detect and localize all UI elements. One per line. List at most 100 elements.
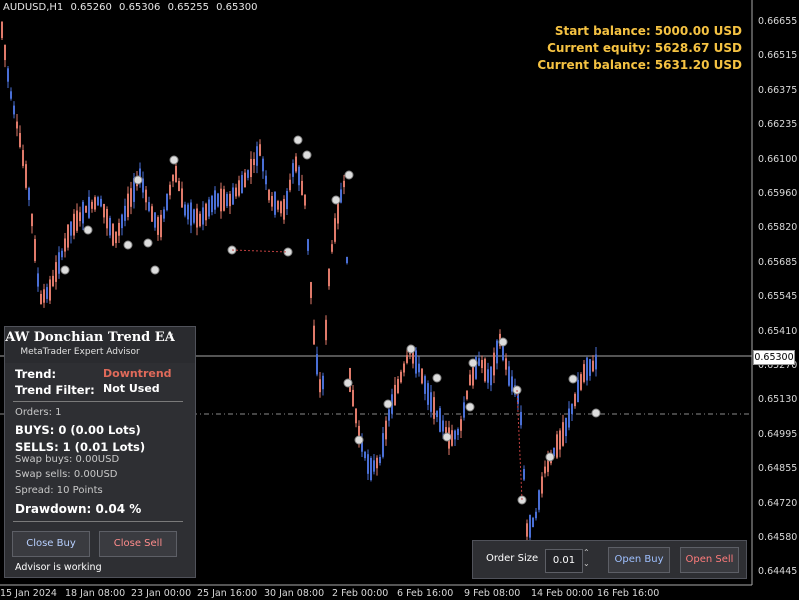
candle-body — [178, 180, 180, 192]
candle-body — [301, 180, 303, 196]
candle-body — [373, 460, 375, 472]
trade-link-line — [231, 249, 289, 253]
time-axis-label: 6 Feb 16:00 — [397, 588, 454, 599]
candle-body — [523, 468, 525, 480]
candle-body — [124, 205, 126, 221]
candle-body — [421, 368, 423, 384]
candle-body — [58, 252, 60, 274]
trade-marker-icon — [83, 225, 93, 235]
time-axis-label: 14 Feb 00:00 — [531, 588, 594, 599]
time-axis-label: 16 Feb 16:00 — [597, 588, 660, 599]
candle-body — [106, 209, 108, 229]
candle-body — [268, 189, 270, 201]
candle-body — [1, 21, 3, 39]
price-axis-label: 0.66100 — [758, 153, 798, 165]
candle-body — [253, 158, 255, 166]
order-size-input[interactable]: 0.01 — [545, 549, 583, 573]
candle-body — [55, 262, 57, 282]
candle-body — [97, 197, 99, 206]
order-size-stepper[interactable]: ⌃ ⌄ — [583, 547, 590, 569]
time-axis-label: 15 Jan 2024 — [0, 588, 57, 599]
candle-body — [313, 325, 315, 345]
candle-body — [46, 287, 48, 299]
minimize-button[interactable]: – — [168, 327, 174, 340]
close-buy-button[interactable]: Close Buy — [12, 531, 90, 557]
candle-body — [322, 375, 324, 390]
price-axis-label: 0.66375 — [758, 84, 798, 96]
candle-body — [232, 187, 234, 205]
trade-marker-icon — [568, 374, 578, 384]
candle-body — [187, 204, 189, 220]
candle-body — [583, 364, 585, 382]
price-axis-label: 0.65130 — [758, 394, 798, 406]
time-axis-label: 2 Feb 00:00 — [332, 588, 389, 599]
close-sell-button[interactable]: Close Sell — [99, 531, 177, 557]
candle-body — [67, 224, 69, 248]
candle-body — [115, 231, 117, 244]
candle-body — [319, 379, 321, 393]
candle-body — [418, 363, 420, 373]
candle-body — [568, 408, 570, 428]
candle-body — [403, 363, 405, 373]
candle-body — [145, 189, 147, 203]
candle-body — [4, 44, 6, 61]
candle-body — [385, 420, 387, 440]
candle-body — [196, 208, 198, 228]
candle-body — [334, 218, 336, 242]
candle-body — [520, 411, 522, 426]
candle-body — [382, 433, 384, 457]
candle-body — [130, 188, 132, 207]
trade-marker-icon — [498, 337, 508, 347]
candle-body — [592, 360, 594, 372]
candle-body — [316, 354, 318, 375]
candle-body — [82, 201, 84, 224]
candle-body — [283, 198, 285, 220]
stepper-down-icon[interactable]: ⌄ — [583, 558, 590, 569]
candle-body — [235, 187, 237, 197]
stepper-up-icon[interactable]: ⌃ — [583, 547, 590, 558]
candle-body — [211, 195, 213, 213]
candle-body — [250, 158, 252, 178]
candle-body — [589, 359, 591, 376]
orders-count: Orders: 1 — [15, 407, 62, 418]
candle-body — [88, 196, 90, 218]
candle-body — [370, 457, 372, 481]
candle-body — [280, 201, 282, 214]
candle-body — [244, 172, 246, 188]
candle-body — [493, 352, 495, 376]
start-balance: Start balance: 5000.00 USD — [554, 24, 742, 38]
panel-title-bar[interactable]: AW Donchian Trend EA MetaTrader Expert A… — [5, 327, 195, 363]
candle-body — [352, 389, 354, 407]
trade-marker-icon — [383, 399, 393, 409]
candle-body — [406, 355, 408, 363]
trade-marker-icon — [169, 155, 179, 165]
price-axis-label: 0.66515 — [758, 50, 798, 62]
open-buy-button[interactable]: Open Buy — [608, 547, 670, 573]
drawdown: Drawdown: 0.04 % — [15, 502, 142, 516]
candle-body — [151, 206, 153, 222]
trade-marker-icon — [302, 150, 312, 160]
candle-body — [367, 454, 369, 474]
candle-body — [487, 369, 489, 383]
price-axis-label: 0.65545 — [758, 291, 798, 303]
price-axis-label: 0.64445 — [758, 566, 798, 578]
candle-body — [13, 105, 15, 115]
candle-body — [364, 451, 366, 459]
price-axis-label: 0.64995 — [758, 428, 798, 440]
candle-body — [454, 430, 456, 440]
candle-body — [433, 397, 435, 419]
price-axis-label: 0.64580 — [758, 532, 798, 543]
candle-body — [586, 357, 588, 381]
trade-marker-icon — [123, 240, 133, 250]
candle-body — [19, 133, 21, 147]
candle-body — [526, 523, 528, 537]
candle-body — [85, 205, 87, 213]
candle-body — [208, 199, 210, 217]
candle-body — [376, 457, 378, 469]
price-axis-label: 0.65960 — [758, 188, 798, 199]
trade-marker-icon — [133, 175, 143, 185]
candle-body — [400, 371, 402, 383]
time-axis-label: 9 Feb 08:00 — [464, 588, 521, 599]
candle-body — [565, 417, 567, 437]
open-sell-button[interactable]: Open Sell — [680, 547, 739, 573]
